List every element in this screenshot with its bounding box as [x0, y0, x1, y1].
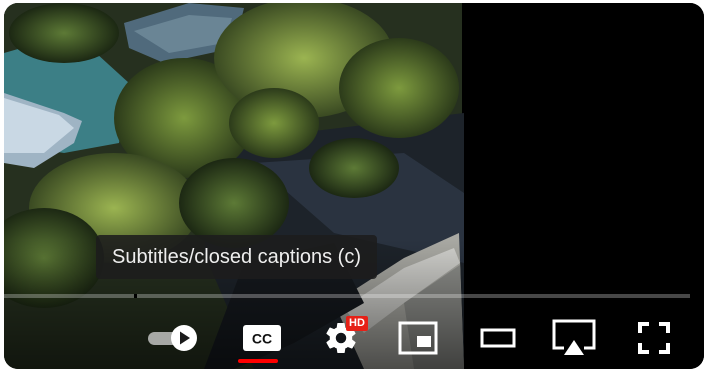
tooltip: Subtitles/closed captions (c) [96, 235, 378, 279]
progress-bar[interactable] [4, 294, 690, 298]
tooltip-text: Subtitles/closed captions (c) [112, 245, 362, 268]
miniplayer-button[interactable] [390, 308, 446, 368]
airplay-button[interactable] [544, 308, 604, 368]
autoplay-toggle[interactable] [142, 308, 206, 368]
airplay-icon [552, 319, 596, 355]
captions-active-indicator [238, 359, 278, 363]
svg-text:CC: CC [252, 331, 272, 347]
miniplayer-icon [398, 321, 438, 355]
fullscreen-icon [638, 322, 670, 354]
theater-icon [480, 328, 516, 348]
chapter-marker [134, 294, 137, 298]
hd-badge: HD [346, 316, 368, 331]
fullscreen-button[interactable] [624, 308, 684, 368]
cc-icon: CC [243, 325, 281, 351]
autoplay-toggle-icon [148, 325, 197, 351]
video-player[interactable]: Subtitles/closed captions (c) CC HD [4, 3, 704, 369]
control-bar: CC HD [4, 308, 704, 368]
theater-mode-button[interactable] [470, 308, 526, 368]
